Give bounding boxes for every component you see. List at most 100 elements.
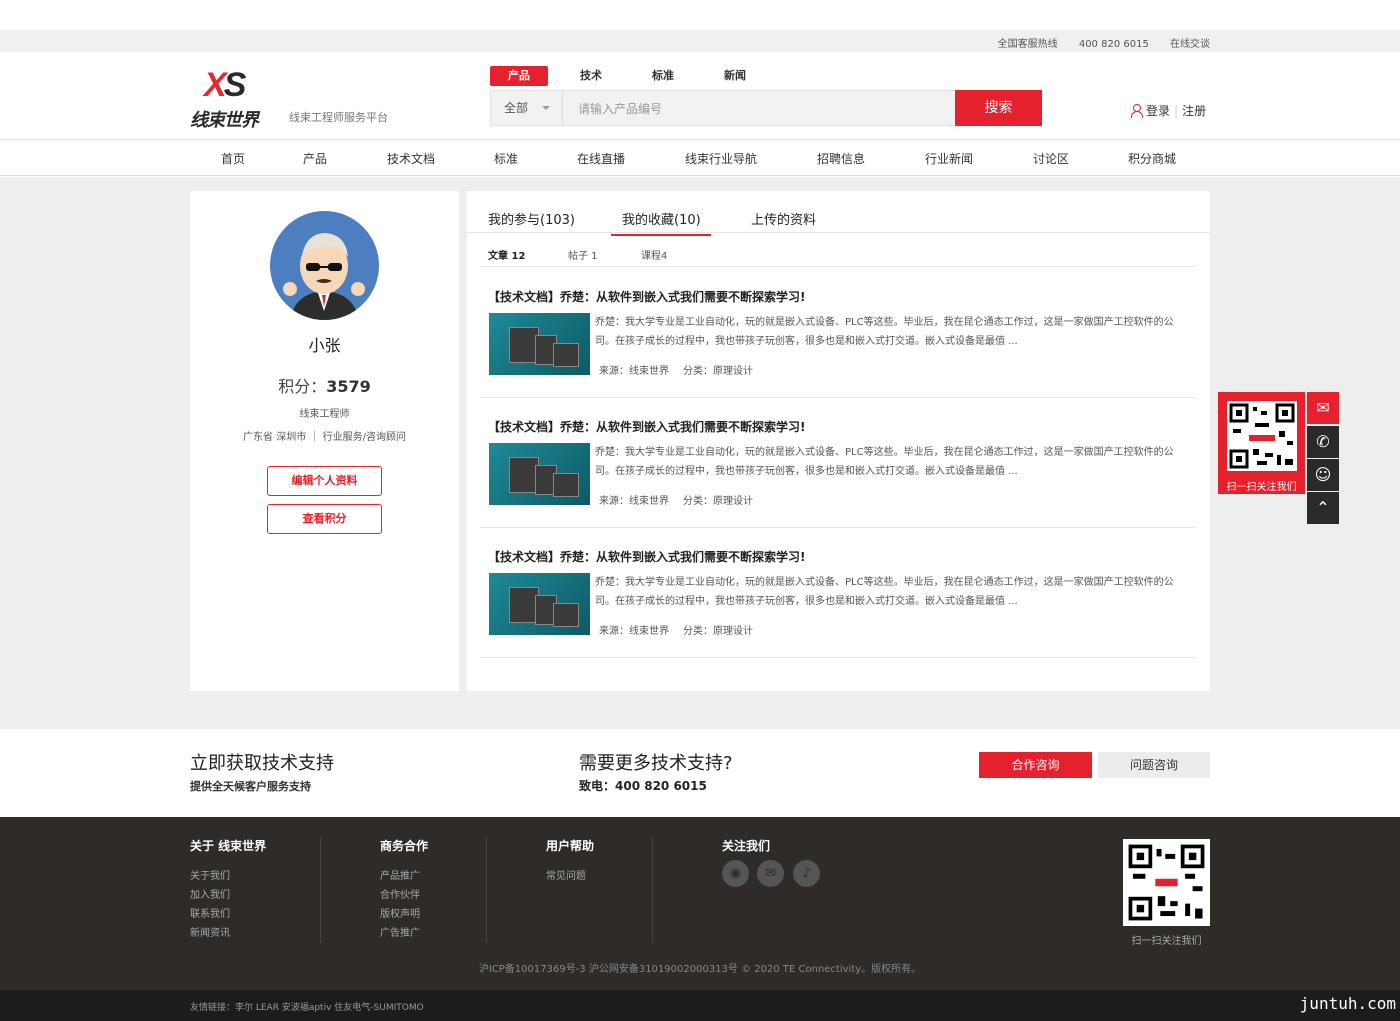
tab-participation[interactable]: 我的参与(103) <box>488 209 575 228</box>
subtab-articles[interactable]: 文章 12 <box>488 247 525 262</box>
profile-location: 广东省 深圳市 ｜ 行业服务/咨询顾问 <box>243 432 406 443</box>
nav-standards[interactable]: 标准 <box>494 150 518 167</box>
logo-mark: XS <box>204 66 246 104</box>
support-section: 立即获取技术支持 提供全天候客户服务支持 需要更多技术支持? 致电：400 82… <box>0 729 1400 817</box>
search-tab-product[interactable]: 产品 <box>490 66 548 86</box>
weibo-icon[interactable]: ◉ <box>722 860 749 887</box>
auth-links: 登录 | 注册 <box>1131 102 1206 119</box>
item-description: 乔楚：我大学专业是工业自动化，玩的就是嵌入式设备、PLC等这些。毕业后，我在昆仑… <box>595 447 1174 477</box>
footer-heading: 用户帮助 <box>546 839 595 853</box>
tab-uploads[interactable]: 上传的资料 <box>751 209 816 228</box>
footer-divider <box>320 837 321 943</box>
phone-icon[interactable]: ✆ <box>1307 426 1339 458</box>
search-input[interactable]: 请输入产品编号 <box>578 100 662 117</box>
footer-link[interactable]: 常见问题 <box>546 867 594 886</box>
item-source: 来源：线束世界 <box>599 496 669 507</box>
search-box: 全部 请输入产品编号 搜索 <box>490 90 1042 126</box>
item-title[interactable]: 【技术文档】乔楚：从软件到嵌入式我们需要不断探索学习! <box>488 548 805 565</box>
search-tabs: 产品 技术 标准 新闻 <box>490 66 778 86</box>
nav-points-mall[interactable]: 积分商城 <box>1128 150 1176 167</box>
footer-link[interactable]: 关于我们 <box>190 867 266 886</box>
qr-code-icon <box>1123 839 1210 926</box>
item-title[interactable]: 【技术文档】乔楚：从软件到嵌入式我们需要不断探索学习! <box>488 418 805 435</box>
edit-profile-button[interactable]: 编辑个人资料 <box>267 466 382 496</box>
item-thumbnail[interactable] <box>489 313 590 375</box>
search-tab-news[interactable]: 新闻 <box>706 66 764 86</box>
item-category: 分类：原理设计 <box>683 626 753 637</box>
item-meta: 来源：线束世界 分类：原理设计 <box>599 362 767 377</box>
profile-title: 线束工程师 <box>299 409 350 420</box>
side-qr-label: 扫一扫关注我们 <box>1226 482 1297 493</box>
nav-tech-docs[interactable]: 技术文档 <box>387 150 435 167</box>
register-link[interactable]: 注册 <box>1182 104 1206 118</box>
nav-forum[interactable]: 讨论区 <box>1033 150 1069 167</box>
online-chat-link[interactable]: 在线交谈 <box>1170 39 1210 50</box>
footer-link[interactable]: 联系我们 <box>190 905 266 924</box>
hotline-number: 400 820 6015 <box>1078 39 1149 50</box>
icp-notice: 沪ICP备10017369号-3 沪公网安备31019002000313号 © … <box>478 964 922 975</box>
footer-link[interactable]: 版权声明 <box>380 905 428 924</box>
friend-links-bar: 友情链接：李尔 LEAR 安波福aptiv 住友电气-SUMITOMO junt… <box>0 990 1400 1021</box>
cooperation-button[interactable]: 合作咨询 <box>979 752 1092 778</box>
support-title: 立即获取技术支持 <box>190 753 334 774</box>
list-item[interactable]: 【技术文档】乔楚：从软件到嵌入式我们需要不断探索学习! 乔楚：我大学专业是工业自… <box>480 268 1196 398</box>
search-category-select[interactable]: 全部 <box>491 91 563 125</box>
support-phone: 致电：400 820 6015 <box>579 779 707 793</box>
footer-link[interactable]: 广告推广 <box>380 924 428 943</box>
nav-jobs[interactable]: 招聘信息 <box>817 150 865 167</box>
item-category: 分类：原理设计 <box>683 496 753 507</box>
main-nav: 首页 产品 技术文档 标准 在线直播 线束行业导航 招聘信息 行业新闻 讨论区 … <box>0 140 1400 176</box>
question-button[interactable]: 问题咨询 <box>1098 752 1210 778</box>
item-thumbnail[interactable] <box>489 443 590 505</box>
item-meta: 来源：线束世界 分类：原理设计 <box>599 492 767 507</box>
list-item[interactable]: 【技术文档】乔楚：从软件到嵌入式我们需要不断探索学习! 乔楚：我大学专业是工业自… <box>480 528 1196 658</box>
footer-divider <box>486 837 487 943</box>
nav-home[interactable]: 首页 <box>221 150 245 167</box>
customer-service-icon[interactable]: ☺ <box>1307 459 1339 491</box>
site-slogan: 线束工程师服务平台 <box>289 111 388 124</box>
wechat-icon[interactable]: ✉ <box>1307 392 1339 424</box>
back-to-top-icon[interactable]: ⌃ <box>1307 492 1339 524</box>
search-tab-standard[interactable]: 标准 <box>634 66 692 86</box>
header: XS 线束世界 线束工程师服务平台 产品 技术 标准 新闻 全部 请输入产品编号 搜索… <box>0 52 1400 140</box>
search-tab-tech[interactable]: 技术 <box>562 66 620 86</box>
nav-live[interactable]: 在线直播 <box>577 150 625 167</box>
footer-link[interactable]: 新闻资讯 <box>190 924 266 943</box>
footer-link[interactable]: 加入我们 <box>190 886 266 905</box>
site-logo[interactable]: XS 线束世界 <box>190 66 282 131</box>
item-title[interactable]: 【技术文档】乔楚：从软件到嵌入式我们需要不断探索学习! <box>488 288 805 305</box>
item-meta: 来源：线束世界 分类：原理设计 <box>599 622 767 637</box>
profile-score: 积分：3579 <box>190 373 459 397</box>
nav-industry-guide[interactable]: 线束行业导航 <box>685 150 757 167</box>
footer-link[interactable]: 产品推广 <box>380 867 428 886</box>
nav-news[interactable]: 行业新闻 <box>925 150 973 167</box>
item-thumbnail[interactable] <box>489 573 590 635</box>
score-label: 积分： <box>278 377 327 396</box>
watermark: juntuh.com <box>1295 994 1400 1013</box>
subtab-posts[interactable]: 帖子 1 <box>568 247 598 262</box>
item-description: 乔楚：我大学专业是工业自动化，玩的就是嵌入式设备、PLC等这些。毕业后，我在昆仑… <box>595 317 1174 347</box>
logo-text: 线束世界 <box>190 110 259 131</box>
footer: 关于 线束世界 关于我们 加入我们 联系我们 新闻资讯 商务合作 产品推广 合作… <box>0 817 1400 990</box>
footer-link[interactable]: 合作伙伴 <box>380 886 428 905</box>
score-value: 3579 <box>326 377 371 396</box>
item-category: 分类：原理设计 <box>683 366 753 377</box>
search-button[interactable]: 搜索 <box>955 90 1042 126</box>
nav-products[interactable]: 产品 <box>303 150 327 167</box>
login-link[interactable]: 登录 <box>1146 104 1170 118</box>
footer-col-about: 关于 线束世界 关于我们 加入我们 联系我们 新闻资讯 <box>190 837 266 943</box>
qr-code-icon <box>1227 401 1297 471</box>
view-points-button[interactable]: 查看积分 <box>267 504 382 534</box>
hotline-label: 全国客服热线 <box>997 39 1058 50</box>
top-bar: 全国客服热线 400 820 6015 在线交谈 <box>0 30 1400 52</box>
footer-col-business: 商务合作 产品推广 合作伙伴 版权声明 广告推广 <box>380 837 428 943</box>
tab-favorites[interactable]: 我的收藏(10) <box>611 209 711 236</box>
douyin-icon[interactable]: ♪ <box>793 860 820 887</box>
subtab-courses[interactable]: 课程4 <box>641 247 667 262</box>
sub-tabs: 文章 12 帖子 1 课程4 <box>480 233 1196 267</box>
item-source: 来源：线束世界 <box>599 366 669 377</box>
wechat-icon[interactable]: ✉ <box>757 860 784 887</box>
footer-heading: 关注我们 <box>722 839 771 853</box>
list-item[interactable]: 【技术文档】乔楚：从软件到嵌入式我们需要不断探索学习! 乔楚：我大学专业是工业自… <box>480 398 1196 528</box>
friend-links[interactable]: 友情链接：李尔 LEAR 安波福aptiv 住友电气-SUMITOMO <box>190 1000 424 1013</box>
